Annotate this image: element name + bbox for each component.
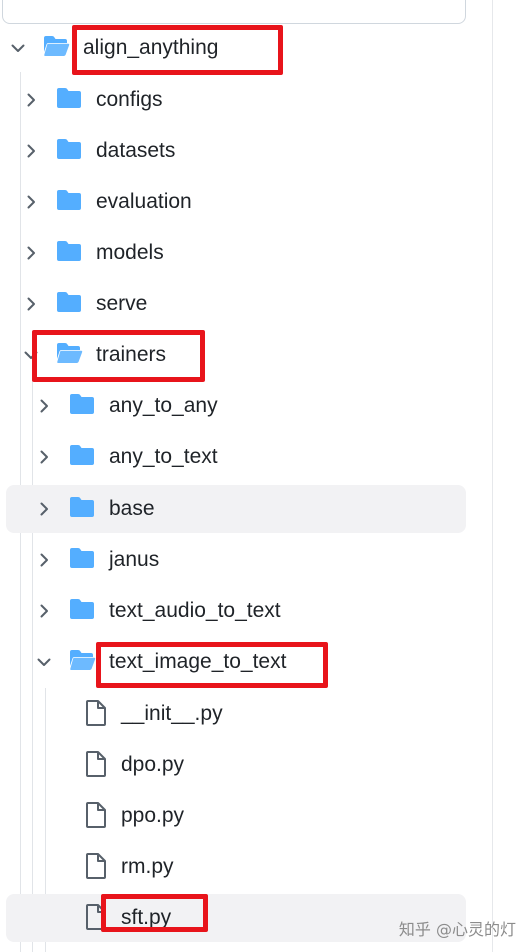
watermark-text: 知乎 @心灵的灯 <box>398 920 516 939</box>
tree-item-label: rm.py <box>121 855 174 878</box>
folder-icon <box>68 597 96 621</box>
tree-item-label: text_audio_to_text <box>109 599 281 622</box>
folder-icon <box>55 239 83 263</box>
file-icon <box>84 903 108 931</box>
chevron-down-icon[interactable] <box>36 654 52 670</box>
tree-item-label: dpo.py <box>121 753 185 776</box>
file-icon <box>84 750 108 778</box>
tree-item-janus[interactable]: janus <box>6 536 466 584</box>
chevron-right-icon[interactable] <box>36 603 52 619</box>
tree-item-label: any_to_text <box>109 445 218 468</box>
chevron-right-icon[interactable] <box>36 552 52 568</box>
tree-item-serve[interactable]: serve <box>6 280 466 328</box>
file-icon <box>84 801 108 829</box>
file-filter-input[interactable] <box>2 0 466 24</box>
tree-item-label: text_image_to_text <box>109 650 287 673</box>
tree-item-label: __init__.py <box>121 702 223 725</box>
tree-item-label: evaluation <box>96 190 192 213</box>
tree-item-rm-py[interactable]: rm.py <box>6 843 466 891</box>
chevron-right-icon[interactable] <box>23 245 39 261</box>
chevron-down-icon[interactable] <box>10 40 26 56</box>
tree-item-any-to-any[interactable]: any_to_any <box>6 382 466 430</box>
folder-open-icon <box>55 341 83 365</box>
tree-item-base[interactable]: base <box>6 485 466 533</box>
file-icon <box>84 852 108 880</box>
tree-item-configs[interactable]: configs <box>6 76 466 124</box>
folder-icon <box>55 137 83 161</box>
tree-item-label: serve <box>96 292 148 315</box>
chevron-right-icon[interactable] <box>36 398 52 414</box>
tree-item-trainers[interactable]: trainers <box>6 331 466 379</box>
tree-item-datasets[interactable]: datasets <box>6 127 466 175</box>
folder-icon <box>68 392 96 416</box>
folder-icon <box>55 290 83 314</box>
tree-item-any-to-text[interactable]: any_to_text <box>6 433 466 481</box>
tree-item-text-image-to-text[interactable]: text_image_to_text <box>6 638 466 686</box>
scrollbar-track[interactable] <box>492 0 493 952</box>
tree-item-label: models <box>96 241 164 264</box>
tree-item-label: trainers <box>96 343 167 366</box>
folder-icon <box>68 546 96 570</box>
folder-open-icon <box>42 34 70 58</box>
tree-item-label: any_to_any <box>109 394 218 417</box>
folder-icon <box>55 188 83 212</box>
tree-item-text-audio-to-text[interactable]: text_audio_to_text <box>6 587 466 635</box>
chevron-right-icon[interactable] <box>36 449 52 465</box>
chevron-right-icon[interactable] <box>36 501 52 517</box>
tree-item-models[interactable]: models <box>6 229 466 277</box>
chevron-down-icon[interactable] <box>23 347 39 363</box>
chevron-right-icon[interactable] <box>23 296 39 312</box>
tree-item-label: base <box>109 497 155 520</box>
tree-item-sft-py[interactable]: sft.py <box>6 894 466 942</box>
tree-item-label: datasets <box>96 139 176 162</box>
tree-item-dpo-py[interactable]: dpo.py <box>6 741 466 789</box>
chevron-right-icon[interactable] <box>23 143 39 159</box>
tree-item-label: align_anything <box>83 36 219 59</box>
folder-icon <box>55 86 83 110</box>
chevron-right-icon[interactable] <box>23 194 39 210</box>
tree-item-align-anything[interactable]: align_anything <box>6 24 466 72</box>
file-icon <box>84 699 108 727</box>
folder-icon <box>68 443 96 467</box>
tree-item-init-py[interactable]: __init__.py <box>6 690 466 738</box>
tree-item-evaluation[interactable]: evaluation <box>6 178 466 226</box>
tree-item-label: sft.py <box>121 906 172 929</box>
tree-item-label: ppo.py <box>121 804 185 827</box>
tree-item-label: janus <box>109 548 160 571</box>
tree-item-label: configs <box>96 88 163 111</box>
folder-icon <box>68 495 96 519</box>
chevron-right-icon[interactable] <box>23 92 39 108</box>
tree-item-ppo-py[interactable]: ppo.py <box>6 792 466 840</box>
folder-open-icon <box>68 648 96 672</box>
